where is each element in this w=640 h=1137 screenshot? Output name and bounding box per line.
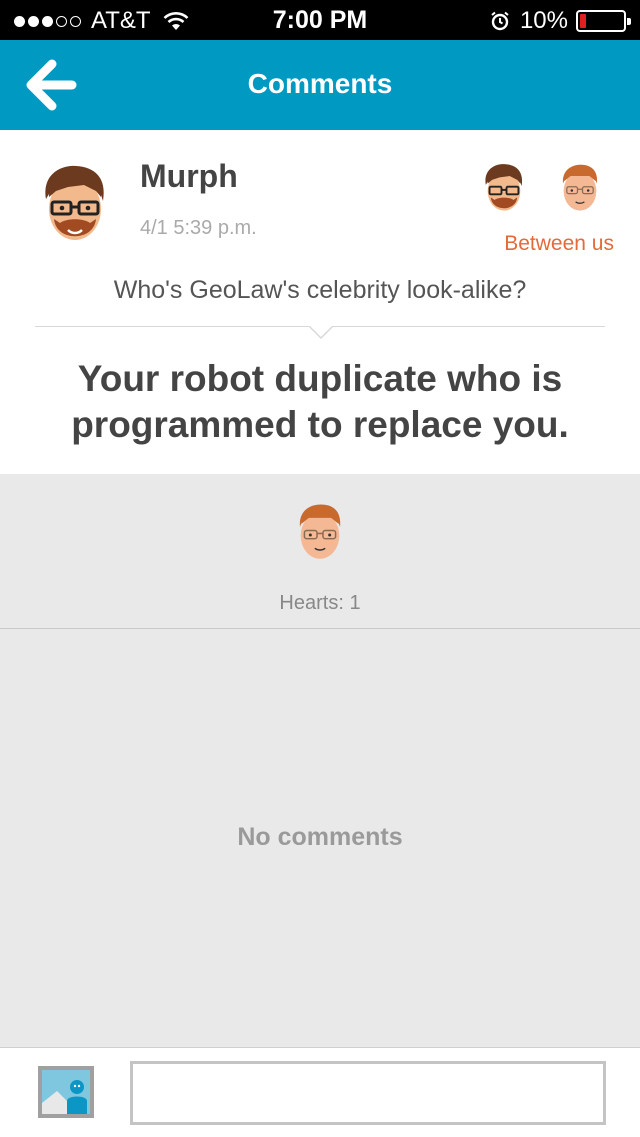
hearts-count[interactable]: Hearts: 1 [0,592,640,615]
battery-icon [576,10,631,32]
hearts-section: Hearts: 1 [0,474,640,629]
author-name[interactable]: Murph [140,158,238,195]
comment-composer [0,1047,640,1137]
post-card: Murph 4/1 5:39 p.m. Between us Who's Geo… [0,130,640,474]
alarm-icon [491,11,509,31]
nav-bar: Comments [0,40,640,130]
battery-percent: 10% [519,7,568,34]
recipient-avatar-geolaw[interactable] [558,160,602,216]
answer-line-2: programmed to replace you. [71,404,569,445]
answer-text: Your robot duplicate who is programmed t… [0,356,640,448]
battery-info: 10% [490,7,631,35]
recipient-avatar-murph[interactable] [482,160,526,216]
image-icon[interactable] [37,1065,95,1119]
comments-section: No comments [0,629,640,1047]
author-avatar[interactable] [40,163,110,245]
post-date: 4/1 5:39 p.m. [140,217,257,239]
no-comments-text: No comments [237,823,403,851]
heart-giver-avatar[interactable] [294,500,346,564]
answer-line-1: Your robot duplicate who is [77,358,563,399]
status-bar: AT&T 7:00 PM 10% [0,0,640,40]
question-text: Who's GeoLaw's celebrity look-alike? [113,276,527,304]
visibility-label: Between us [504,232,614,255]
page-title: Comments [247,68,393,99]
speech-pointer [308,325,334,339]
comment-input[interactable] [130,1061,606,1125]
